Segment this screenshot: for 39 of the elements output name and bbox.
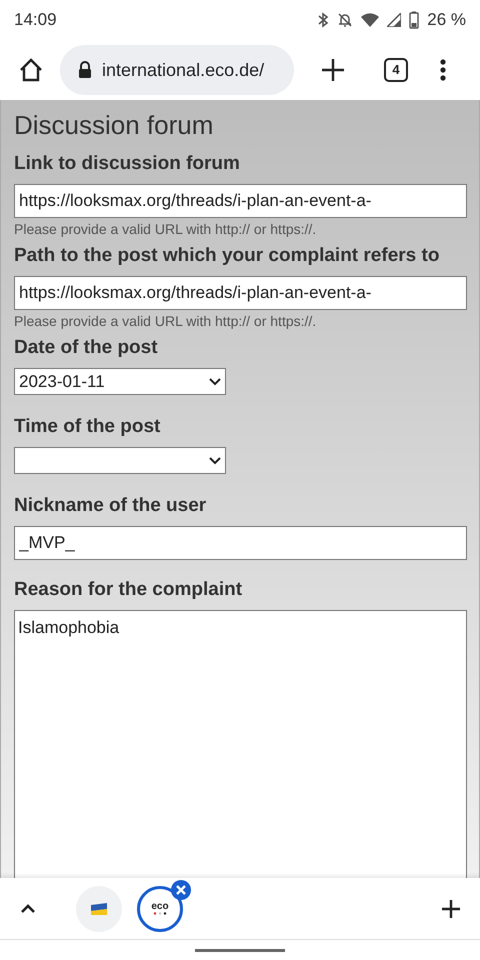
- lock-icon: [78, 61, 92, 79]
- chevron-down-icon: [209, 456, 221, 464]
- signal-icon: [387, 13, 402, 27]
- flag-favicon-icon: [91, 902, 107, 914]
- hint-text: Please provide a valid URL with http:// or https://.: [14, 312, 318, 331]
- field-label: Path to the post which your complaint refers to: [14, 244, 440, 268]
- form-title: Discussion forum: [14, 109, 214, 142]
- home-gesture-bar[interactable]: [195, 948, 285, 952]
- battery-icon: [409, 11, 420, 29]
- close-icon[interactable]: [171, 880, 191, 900]
- add-tab-icon[interactable]: [442, 900, 460, 918]
- date-select[interactable]: 2023-01-11: [14, 368, 226, 395]
- collapse-icon[interactable]: [20, 904, 36, 914]
- menu-icon[interactable]: [440, 59, 446, 81]
- text-area[interactable]: Islamophobia: [14, 610, 467, 878]
- tab-button[interactable]: eco: [137, 886, 183, 932]
- field-label: Reason for the complaint: [14, 578, 244, 602]
- wifi-icon: [361, 13, 380, 27]
- field-label: Date of the post: [14, 336, 159, 360]
- dots-icon: [153, 912, 167, 915]
- input-field[interactable]: _MVP_: [14, 526, 467, 560]
- time-select[interactable]: [14, 447, 226, 474]
- field-label: Link to discussion forum: [14, 152, 241, 176]
- field-label: Time of the post: [14, 415, 162, 439]
- bluetooth-icon: [317, 12, 330, 28]
- battery-percent: 26 %: [427, 9, 466, 32]
- tab-button[interactable]: [76, 886, 122, 932]
- field-label: Nickname of the user: [14, 494, 208, 518]
- new-tab-icon[interactable]: [322, 59, 344, 81]
- muted-bell-icon: [337, 12, 354, 28]
- input-field[interactable]: https://looksmax.org/threads/i-plan-an-event-a-: [14, 276, 467, 310]
- status-time: 14:09: [14, 9, 57, 32]
- chevron-down-icon: [209, 378, 221, 386]
- input-field[interactable]: https://looksmax.org/threads/i-plan-an-event-a-: [14, 184, 467, 218]
- tab-count-button[interactable]: 4: [384, 58, 408, 82]
- address-bar[interactable]: international.eco.de/: [60, 45, 294, 95]
- home-icon[interactable]: [18, 58, 44, 82]
- hint-text: Please provide a valid URL with http:// or https://.: [14, 220, 318, 239]
- tab-logo: eco: [151, 902, 169, 912]
